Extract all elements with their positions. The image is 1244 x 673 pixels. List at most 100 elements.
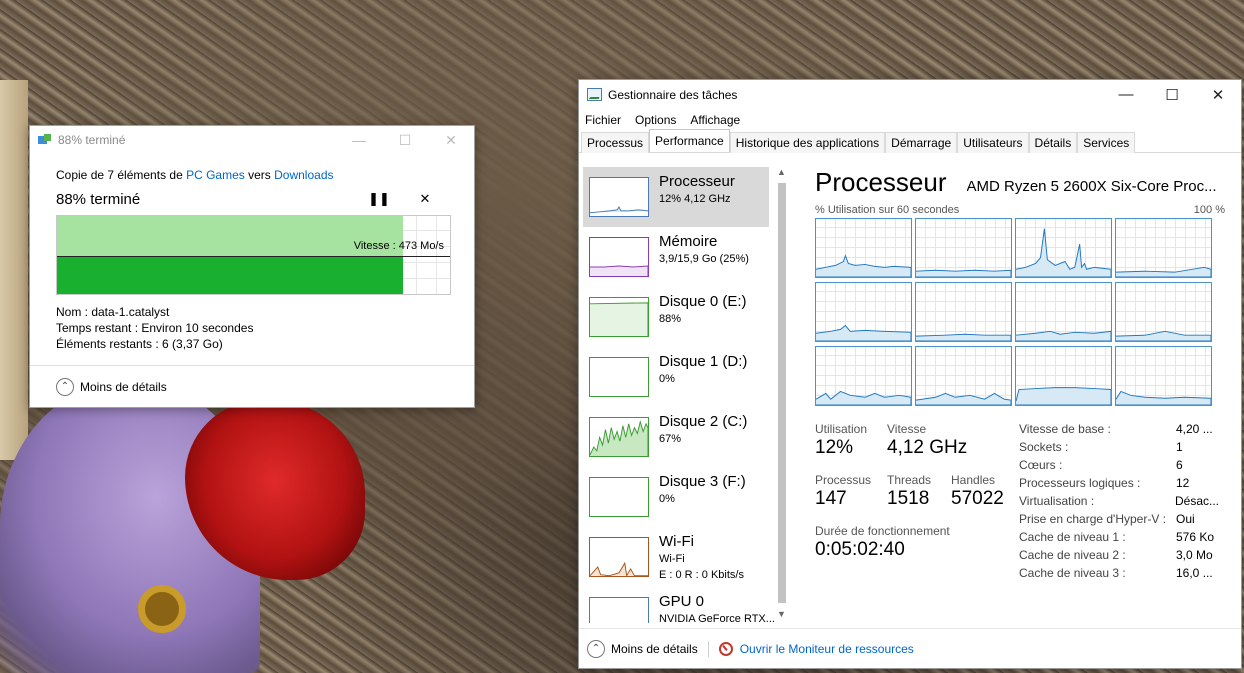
core-graph	[915, 282, 1012, 342]
menu-fichier[interactable]: Fichier	[585, 113, 621, 127]
vitesse-label: Vitesse	[887, 422, 927, 436]
sidebar-name: Disque 3 (F:)	[659, 473, 746, 490]
property-row: Cache de niveau 1 : 576 Ko	[1019, 530, 1219, 548]
core-graph	[815, 218, 912, 278]
tab-details[interactable]: Détails	[1028, 132, 1078, 153]
core-graph	[915, 218, 1012, 278]
cpu-model: AMD Ryzen 5 2600X Six-Core Proc...	[966, 178, 1217, 195]
property-key: Cache de niveau 3 :	[1019, 566, 1126, 580]
sidebar-item-disque-0[interactable]: Disque 0 (E:) 88%	[583, 287, 791, 347]
copy-less-details-button[interactable]: ⌃ Moins de détails	[30, 365, 474, 407]
copy-titlebar[interactable]: 88% terminé — ☐ ✕	[30, 126, 474, 154]
cancel-copy-button[interactable]: ✕	[402, 191, 448, 207]
task-manager-window: Gestionnaire des tâches — ☐ ✕ Fichier Op…	[578, 79, 1242, 669]
pause-icon: ❚❚	[368, 191, 390, 206]
tab-processus[interactable]: Processus	[581, 132, 650, 153]
logical-processor-grid[interactable]	[815, 218, 1225, 406]
wallpaper-figure-edge	[0, 80, 28, 460]
open-resource-monitor-link[interactable]: Ouvrir le Moniteur de ressources	[740, 642, 914, 656]
close-window-button[interactable]: ✕	[428, 126, 474, 154]
core-graph	[1015, 346, 1112, 406]
sidebar-sub: Wi-Fi	[659, 553, 685, 565]
util-caption: % Utilisation sur 60 secondes	[815, 204, 960, 216]
resource-monitor-icon	[718, 641, 733, 656]
sidebar-sub: 67%	[659, 433, 682, 445]
sidebar-item-disque-3[interactable]: Disque 3 (F:) 0%	[583, 467, 791, 527]
tm-less-details-button[interactable]: Moins de détails	[611, 642, 698, 656]
source-folder-link[interactable]: PC Games	[186, 168, 245, 182]
core-graph	[815, 346, 912, 406]
copy-window-title: 88% terminé	[58, 133, 126, 147]
tab-utilisateurs[interactable]: Utilisateurs	[957, 132, 1029, 153]
scroll-up-icon[interactable]: ▲	[773, 167, 790, 181]
maximize-button[interactable]: ☐	[382, 126, 428, 154]
sidebar-sub: 88%	[659, 313, 682, 325]
sidebar-sub: 12% 4,12 GHz	[659, 193, 731, 205]
gpu-thumbnail-graph	[589, 597, 649, 623]
property-value: Oui	[1176, 512, 1195, 526]
scrollbar-thumb[interactable]	[778, 183, 786, 603]
sidebar-sub: 0%	[659, 493, 675, 505]
property-key: Processeurs logiques :	[1019, 476, 1141, 490]
property-row: Cache de niveau 2 : 3,0 Mo	[1019, 548, 1219, 566]
tm-close-button[interactable]: ✕	[1195, 80, 1241, 109]
current-speed-line	[57, 256, 450, 257]
sidebar-sub2: E : 0 R : 0 Kbits/s	[659, 569, 744, 581]
uptime-label: Durée de fonctionnement	[815, 524, 950, 538]
copy-speed: Vitesse : 473 Mo/s	[353, 240, 444, 252]
sidebar-item-gpu[interactable]: GPU 0 NVIDIA GeForce RTX...	[583, 587, 791, 623]
tm-maximize-button[interactable]: ☐	[1149, 80, 1195, 109]
property-key: Virtualisation :	[1019, 494, 1095, 508]
property-row: Vitesse de base : 4,20 ...	[1019, 422, 1219, 440]
sidebar-item-processeur[interactable]: Processeur 12% 4,12 GHz	[583, 167, 769, 227]
property-key: Cache de niveau 1 :	[1019, 530, 1126, 544]
sidebar-item-wifi[interactable]: Wi-Fi Wi-Fi E : 0 R : 0 Kbits/s	[583, 527, 791, 587]
wifi-thumbnail-graph	[589, 537, 649, 577]
sidebar-name: Disque 2 (C:)	[659, 413, 748, 430]
tab-historique[interactable]: Historique des applications	[729, 132, 886, 153]
threads-label: Threads	[887, 473, 932, 487]
threads-value: 1518	[887, 488, 930, 509]
tm-tabs: Processus Performance Historique des app…	[579, 129, 1241, 153]
core-graph	[815, 282, 912, 342]
processus-label: Processus	[815, 473, 872, 487]
pause-button[interactable]: ❚❚	[356, 191, 402, 207]
core-graph	[1115, 218, 1212, 278]
tab-services[interactable]: Services	[1077, 132, 1136, 153]
sidebar-name: GPU 0	[659, 593, 705, 610]
chevron-up-icon: ⌃	[56, 377, 74, 396]
core-graph	[915, 346, 1012, 406]
copy-status: 88% terminé	[56, 190, 141, 208]
disk0-thumbnail-graph	[589, 297, 649, 337]
copy-app-icon	[38, 134, 52, 146]
disk3-thumbnail-graph	[589, 477, 649, 517]
scroll-down-icon[interactable]: ▼	[773, 609, 790, 623]
sidebar-sub: NVIDIA GeForce RTX...	[659, 613, 775, 623]
close-icon: ✕	[419, 191, 431, 206]
copy-progress-graph: Vitesse : 473 Mo/s	[56, 215, 451, 295]
property-row: Cache de niveau 3 : 16,0 ...	[1019, 566, 1219, 584]
tm-minimize-button[interactable]: —	[1103, 80, 1149, 109]
tm-menubar: Fichier Options Affichage	[579, 109, 1241, 131]
sidebar-name: Mémoire	[659, 233, 718, 250]
minimize-button[interactable]: —	[336, 126, 382, 154]
wallpaper-gold-ring	[138, 585, 186, 633]
sidebar-item-disque-2[interactable]: Disque 2 (C:) 67%	[583, 407, 791, 467]
tab-demarrage[interactable]: Démarrage	[885, 132, 958, 153]
property-value: Désac...	[1174, 494, 1219, 508]
menu-options[interactable]: Options	[635, 113, 676, 127]
sidebar-name: Disque 0 (E:)	[659, 293, 747, 310]
sidebar-scrollbar[interactable]: ▲ ▼	[773, 167, 790, 623]
sidebar-sub: 0%	[659, 373, 675, 385]
destination-folder-link[interactable]: Downloads	[274, 168, 333, 182]
copy-middle-text: vers	[244, 168, 275, 182]
tm-titlebar[interactable]: Gestionnaire des tâches — ☐ ✕	[579, 80, 1241, 109]
file-copy-dialog: 88% terminé — ☐ ✕ Copie de 7 éléments de…	[29, 125, 475, 408]
sidebar-item-memoire[interactable]: Mémoire 3,9/15,9 Go (25%)	[583, 227, 791, 287]
property-row: Sockets : 1	[1019, 440, 1219, 458]
copy-description: Copie de 7 éléments de PC Games vers Dow…	[56, 168, 448, 184]
menu-affichage[interactable]: Affichage	[690, 113, 740, 127]
tab-performance[interactable]: Performance	[649, 129, 730, 152]
chevron-up-icon[interactable]: ⌃	[587, 639, 605, 658]
sidebar-item-disque-1[interactable]: Disque 1 (D:) 0%	[583, 347, 791, 407]
